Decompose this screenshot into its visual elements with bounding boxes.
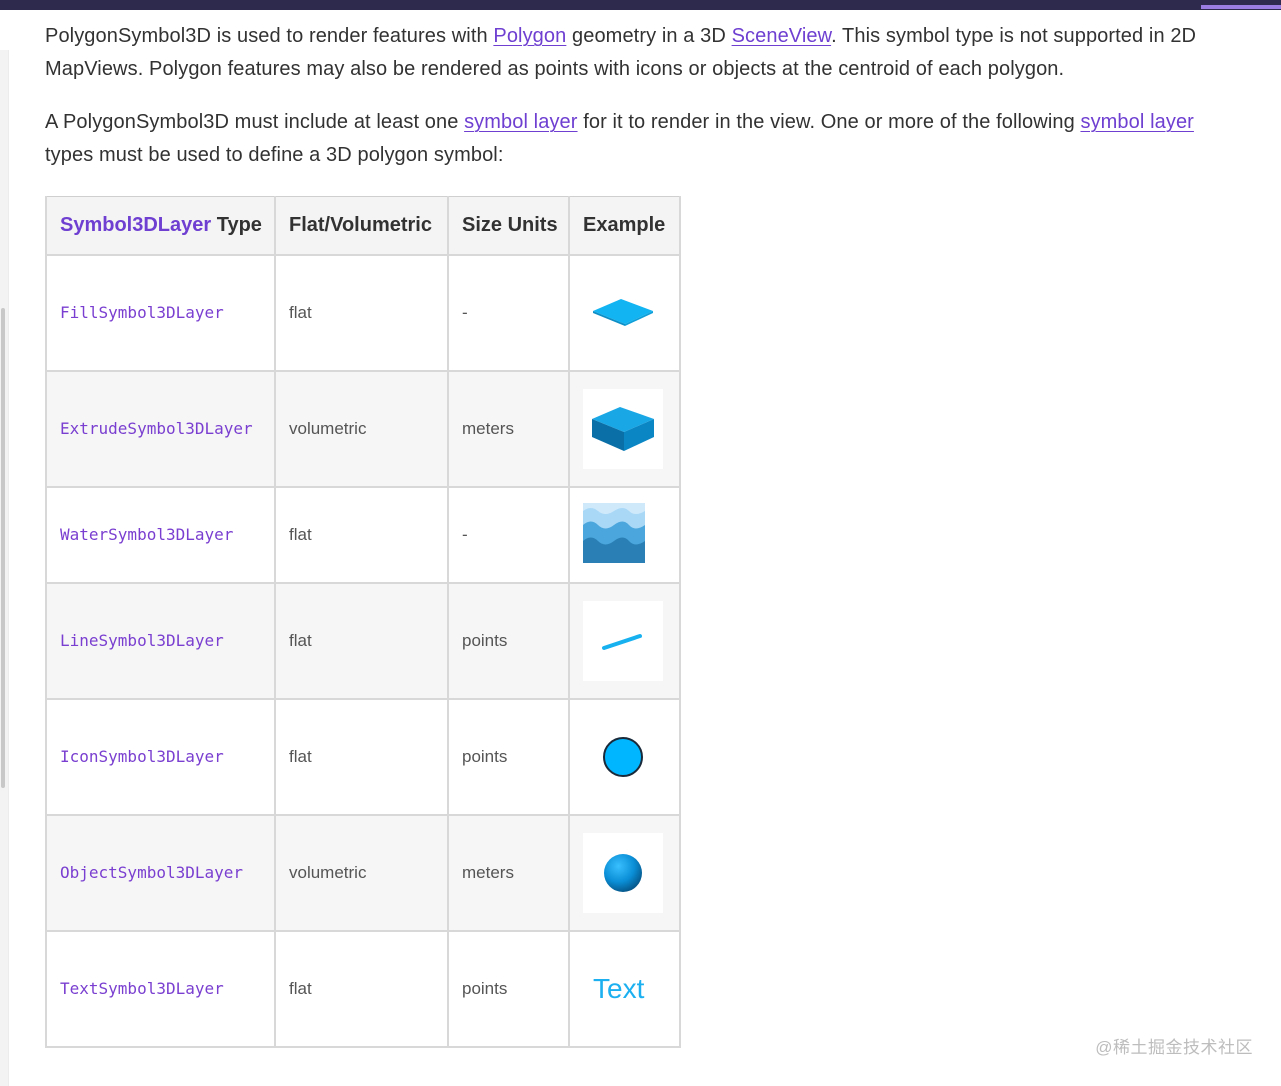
type-code: ObjectSymbol3DLayer bbox=[60, 863, 244, 882]
top-header-bar bbox=[0, 0, 1281, 10]
cell-size: - bbox=[447, 486, 570, 584]
header-type-suffix: Type bbox=[211, 214, 262, 236]
left-scrollbar-thumb[interactable] bbox=[1, 308, 5, 788]
cell-flat: flat bbox=[274, 698, 449, 816]
text-example: Text bbox=[593, 973, 645, 1004]
cell-size: points bbox=[447, 930, 570, 1048]
type-code: FillSymbol3DLayer bbox=[60, 303, 224, 322]
header-size-units: Size Units bbox=[447, 196, 570, 256]
circle-icon bbox=[603, 737, 643, 777]
water-waves-icon bbox=[583, 502, 645, 563]
cell-size: meters bbox=[447, 814, 570, 932]
table-row: WaterSymbol3DLayer flat - bbox=[45, 486, 681, 584]
left-scrollbar-track[interactable] bbox=[0, 50, 9, 1086]
extrude-cube-icon bbox=[592, 407, 654, 451]
example-box bbox=[583, 389, 663, 469]
intro-text: for it to render in the view. One or mor… bbox=[577, 111, 1081, 133]
cell-example bbox=[568, 370, 681, 488]
example-box bbox=[583, 833, 663, 913]
fill-diamond-icon bbox=[593, 299, 653, 326]
cell-size: points bbox=[447, 582, 570, 700]
cell-example bbox=[568, 814, 681, 932]
cell-type: FillSymbol3DLayer bbox=[45, 254, 276, 372]
article-content: PolygonSymbol3D is used to render featur… bbox=[45, 20, 1245, 172]
type-code: IconSymbol3DLayer bbox=[60, 747, 224, 766]
cell-size: meters bbox=[447, 370, 570, 488]
table-row: ObjectSymbol3DLayer volumetric meters bbox=[45, 814, 681, 932]
table-row: IconSymbol3DLayer flat points bbox=[45, 698, 681, 816]
table-row: LineSymbol3DLayer flat points bbox=[45, 582, 681, 700]
cell-example bbox=[568, 486, 681, 584]
cell-flat: flat bbox=[274, 486, 449, 584]
cell-size: - bbox=[447, 254, 570, 372]
cell-flat: flat bbox=[274, 930, 449, 1048]
intro-text: A PolygonSymbol3D must include at least … bbox=[45, 111, 465, 133]
header-example: Example bbox=[568, 196, 681, 256]
cell-example bbox=[568, 582, 681, 700]
cell-flat: volumetric bbox=[274, 370, 449, 488]
intro-paragraph-2: A PolygonSymbol3D must include at least … bbox=[45, 106, 1245, 172]
example-box bbox=[583, 273, 663, 353]
symbol-layer-link-1[interactable]: symbol layer bbox=[464, 111, 577, 133]
type-code: LineSymbol3DLayer bbox=[60, 631, 224, 650]
symbol-layer-link-2[interactable]: symbol layer bbox=[1080, 111, 1193, 133]
header-flat-volumetric: Flat/Volumetric bbox=[274, 196, 449, 256]
cell-flat: volumetric bbox=[274, 814, 449, 932]
cell-flat: flat bbox=[274, 582, 449, 700]
cell-type: ExtrudeSymbol3DLayer bbox=[45, 370, 276, 488]
intro-text: PolygonSymbol3D is used to render featur… bbox=[45, 25, 494, 47]
cell-example: Text bbox=[568, 930, 681, 1048]
intro-text: types must be used to define a 3D polygo… bbox=[45, 144, 504, 166]
header-type-link[interactable]: Symbol3DLayer bbox=[60, 214, 211, 236]
intro-paragraph-1: PolygonSymbol3D is used to render featur… bbox=[45, 20, 1245, 86]
table-row: TextSymbol3DLayer flat points Text bbox=[45, 930, 681, 1048]
cell-size: points bbox=[447, 698, 570, 816]
type-code: ExtrudeSymbol3DLayer bbox=[60, 419, 253, 438]
cell-type: IconSymbol3DLayer bbox=[45, 698, 276, 816]
cell-example bbox=[568, 698, 681, 816]
type-code: WaterSymbol3DLayer bbox=[60, 525, 234, 544]
top-active-indicator bbox=[1201, 5, 1281, 9]
table-row: FillSymbol3DLayer flat - bbox=[45, 254, 681, 372]
cell-type: WaterSymbol3DLayer bbox=[45, 486, 276, 584]
table-header-row: Symbol3DLayer Type Flat/Volumetric Size … bbox=[45, 196, 681, 256]
line-segment-icon bbox=[602, 634, 642, 650]
cell-type: LineSymbol3DLayer bbox=[45, 582, 276, 700]
cell-type: ObjectSymbol3DLayer bbox=[45, 814, 276, 932]
example-box bbox=[583, 601, 663, 681]
cell-type: TextSymbol3DLayer bbox=[45, 930, 276, 1048]
type-code: TextSymbol3DLayer bbox=[60, 979, 224, 998]
sceneview-link[interactable]: SceneView bbox=[732, 25, 832, 47]
sphere-icon bbox=[604, 854, 642, 892]
intro-text: geometry in a 3D bbox=[566, 25, 732, 47]
header-type: Symbol3DLayer Type bbox=[45, 196, 276, 256]
cell-flat: flat bbox=[274, 254, 449, 372]
table-row: ExtrudeSymbol3DLayer volumetric meters bbox=[45, 370, 681, 488]
cell-example bbox=[568, 254, 681, 372]
example-box bbox=[583, 717, 663, 797]
polygon-link[interactable]: Polygon bbox=[493, 25, 566, 47]
watermark: @稀土掘金技术社区 bbox=[1095, 1038, 1253, 1057]
symbol-layer-table: Symbol3DLayer Type Flat/Volumetric Size … bbox=[45, 196, 681, 1048]
